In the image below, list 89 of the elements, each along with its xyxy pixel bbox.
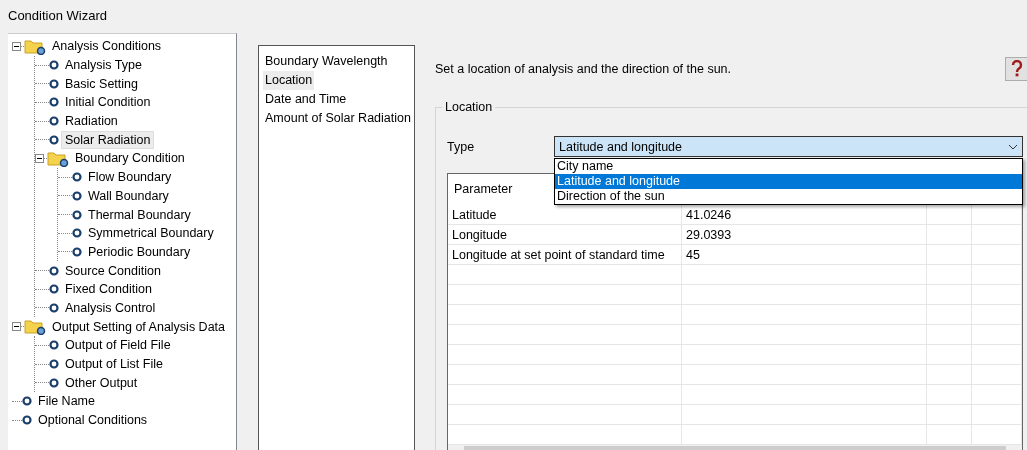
tree-item[interactable]: Basic Setting [61,74,142,93]
tree-item[interactable]: Fixed Condition [61,280,156,299]
help-icon [1011,60,1023,78]
empty-table-cell [972,305,1022,325]
collapse-icon[interactable] [12,322,21,332]
circle-node-icon [72,246,82,257]
type-dropdown[interactable]: Latitude and longitude [554,136,1023,157]
empty-table-cell [972,405,1022,425]
tree-item[interactable]: Analysis Conditions [48,37,166,56]
tree-item[interactable]: Thermal Boundary [84,205,195,224]
empty-table-cell [972,245,1022,265]
table-cell: 41.0246 [682,205,927,225]
tree-item[interactable]: Analysis Control [61,298,160,317]
folder-icon [47,149,69,167]
list-item[interactable]: Date and Time [263,90,349,109]
column-header: Parameter [454,182,513,196]
table-cell: Latitude [448,205,682,225]
tree-item[interactable]: Periodic Boundary [84,242,195,261]
tree-item[interactable]: Optional Conditions [34,411,152,430]
empty-table-cell [927,405,972,425]
empty-table-cell [972,285,1022,305]
collapse-icon[interactable] [35,153,44,163]
empty-table-cell [927,285,972,305]
tree-item[interactable]: Wall Boundary [84,186,173,205]
tree-item[interactable]: Radiation [61,112,122,131]
table-cell: 45 [682,245,927,265]
empty-table-cell [972,345,1022,365]
tree-item[interactable]: Analysis Type [61,56,146,75]
description-text: Set a location of analysis and the direction of the sun. [435,62,732,76]
group-title: Location [442,100,496,114]
empty-table-cell [972,325,1022,345]
empty-table-cell [927,205,972,225]
circle-node-icon [49,340,59,351]
table-cell: Longitude at set point of standard time [448,245,682,265]
tree-item[interactable]: Output of List File [61,355,167,374]
empty-table-cell [927,345,972,365]
empty-table-cell [927,305,972,325]
circle-node-icon [49,302,59,313]
empty-table-cell [972,265,1022,285]
tree-item[interactable]: Other Output [61,373,142,392]
list-item[interactable]: Amount of Solar Radiation [263,109,413,128]
tree-item[interactable]: Output of Field File [61,336,175,355]
tree-item[interactable]: File Name [34,392,99,411]
tree-item[interactable]: Solar Radiation [61,130,155,149]
empty-table-cell [927,365,972,385]
collapse-icon[interactable] [12,41,21,51]
circle-node-icon [72,190,82,201]
folder-icon [24,318,46,336]
circle-node-icon [49,60,59,71]
dropdown-option[interactable]: City name [555,159,1022,174]
circle-node-icon [49,97,59,108]
empty-table-cell [972,205,1022,225]
circle-node-icon [22,415,32,426]
circle-node-icon [72,228,82,239]
window-title: Condition Wizard [7,7,108,25]
empty-table-cell [972,365,1022,385]
circle-node-icon [49,78,59,89]
tree-item[interactable]: Source Condition [61,261,165,280]
table-cell: 29.0393 [682,225,927,245]
tree-item[interactable]: Output Setting of Analysis Data [48,317,230,336]
tree-item[interactable]: Initial Condition [61,93,155,112]
empty-table-cell [927,265,972,285]
chevron-down-icon [1008,143,1018,150]
help-button[interactable] [1005,57,1027,81]
circle-node-icon [72,172,82,183]
circle-node-icon [49,377,59,388]
tree-item[interactable]: Symmetrical Boundary [84,224,218,243]
tree-item[interactable]: Flow Boundary [84,168,176,187]
dropdown-option[interactable]: Direction of the sun [555,189,1022,204]
table-cell: Longitude [448,225,682,245]
empty-table-cell [927,385,972,405]
list-item[interactable]: Boundary Wavelength [263,52,390,71]
folder-icon [24,37,46,55]
empty-table-cell [972,385,1022,405]
circle-node-icon [49,265,59,276]
type-label: Type [447,139,476,154]
circle-node-icon [49,359,59,370]
dropdown-option[interactable]: Latitude and longitude [555,174,1022,189]
list-item[interactable]: Location [263,71,315,90]
empty-table-cell [927,225,972,245]
empty-table-cell [972,225,1022,245]
circle-node-icon [49,284,59,295]
empty-table-cell [927,325,972,345]
circle-node-icon [72,209,82,220]
circle-node-icon [49,116,59,127]
circle-node-icon [22,396,32,407]
empty-table-cell [927,245,972,265]
circle-node-icon [49,134,59,145]
tree-item[interactable]: Boundary Condition [71,149,189,168]
